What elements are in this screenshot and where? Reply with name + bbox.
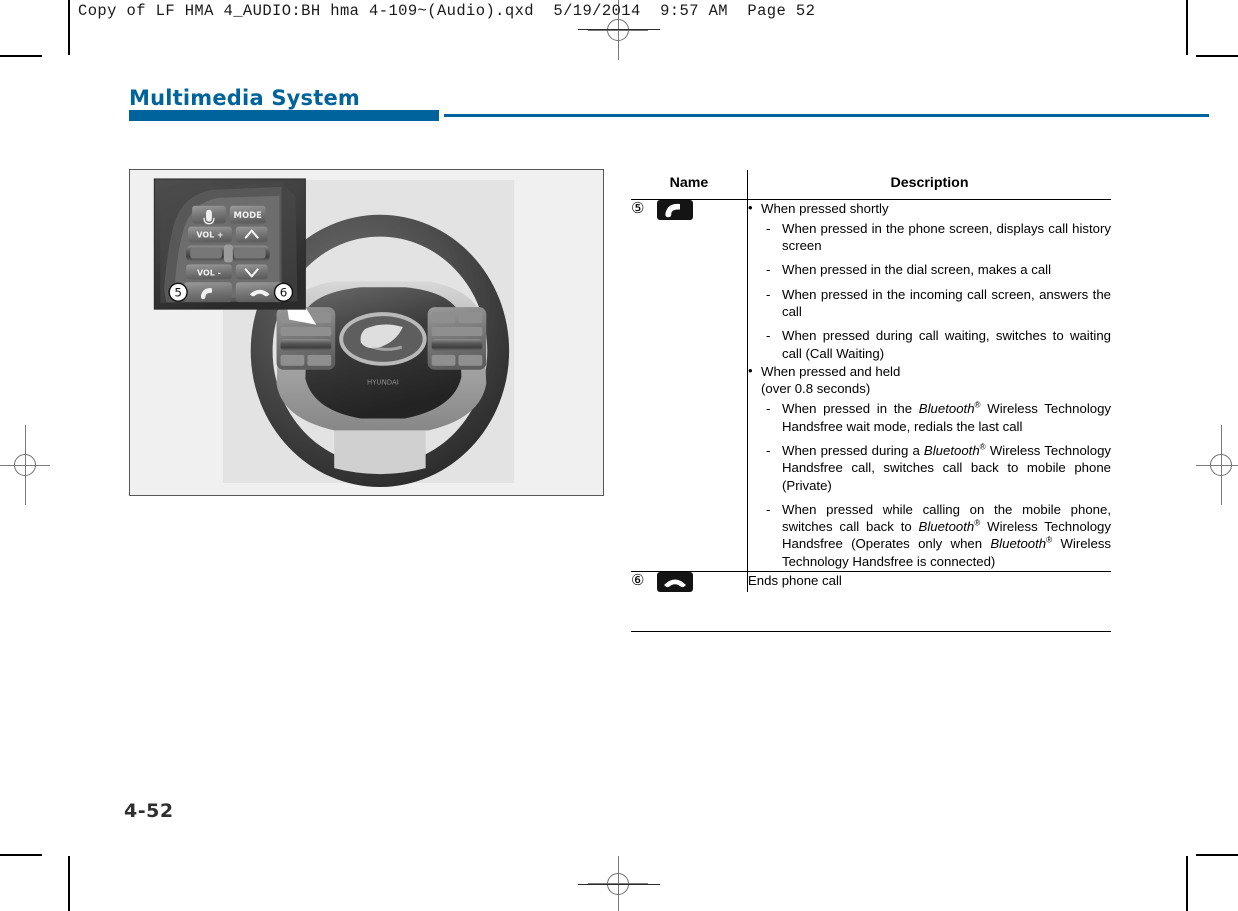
registration-mark-left — [0, 425, 50, 505]
column-header-description: Description — [747, 170, 1111, 200]
end-call-icon — [657, 571, 694, 592]
svg-text:6: 6 — [280, 286, 288, 300]
control-pad-callout-inset: MODE VOL + VOL - 5 6 — [153, 178, 306, 310]
steering-wheel-figure: HYUNDAI MODE VOL + VOL - 5 6 — [129, 169, 604, 496]
bluetooth-word: Bluetooth — [918, 519, 975, 535]
desc-item: When pressed in the Bluetooth® Wireless … — [761, 400, 1111, 435]
column-header-name: Name — [631, 170, 748, 200]
callout-number-5: 5 — [168, 282, 188, 302]
desc-bullet-sublabel: (over 0.8 seconds) — [761, 381, 871, 397]
table-bottom-border — [631, 631, 1111, 633]
desc-bullet-label: When pressed and held — [761, 363, 901, 379]
registration-rule-bottom — [578, 884, 660, 885]
right-control-pad — [427, 307, 487, 370]
crop-mark-top-left-vertical — [68, 0, 70, 55]
crop-mark-bottom-left-horizontal — [0, 854, 42, 856]
svg-text:5: 5 — [174, 286, 182, 300]
title-underline-bar — [129, 110, 439, 121]
bluetooth-trademark: Bluetooth® — [918, 518, 981, 535]
bluetooth-word: Bluetooth — [923, 442, 980, 458]
prepress-slug-line: Copy of LF HMA 4_AUDIO:BH hma 4-109~(Aud… — [78, 2, 816, 20]
description-cell-call: When pressed shortly When pressed in the… — [747, 199, 1111, 572]
bluetooth-trademark: Bluetooth® — [923, 442, 986, 458]
desc-block-pressed-and-held: When pressed and held (over 0.8 seconds)… — [748, 362, 1111, 570]
control-description-table: Name Description ⑤ When pressed shortly — [631, 170, 1111, 592]
registration-rule-top — [578, 29, 660, 30]
item-number-6: ⑥ — [631, 572, 645, 590]
svg-text:VOL +: VOL + — [196, 231, 223, 240]
bluetooth-word: Bluetooth — [990, 536, 1047, 552]
name-cell-call: ⑤ — [631, 199, 748, 571]
desc-block-pressed-shortly: When pressed shortly When pressed in the… — [748, 199, 1111, 362]
page-title: Multimedia System — [129, 86, 360, 110]
desc-item-prefix: When pressed in the — [782, 401, 919, 417]
crop-mark-top-right-vertical — [1186, 0, 1188, 55]
desc-item: When pressed during call waiting, switch… — [761, 327, 1111, 362]
item-number-5: ⑤ — [631, 200, 645, 218]
crop-mark-bottom-left-vertical — [68, 856, 70, 911]
desc-item: When pressed in the dial screen, makes a… — [761, 261, 1111, 279]
desc-item: When pressed in the incoming call screen… — [761, 286, 1111, 321]
desc-item: When pressed in the phone screen, displa… — [761, 220, 1111, 255]
bluetooth-trademark: Bluetooth® — [918, 401, 981, 417]
bluetooth-word: Bluetooth — [918, 401, 975, 417]
callout-number-6: 6 — [273, 282, 294, 302]
desc-item-prefix: When pressed during a — [782, 442, 924, 458]
registration-mark-right — [1196, 425, 1238, 505]
crop-mark-top-left-horizontal — [0, 55, 42, 57]
name-cell-end-call: ⑥ — [631, 570, 748, 592]
desc-item: When pressed while calling on the mobile… — [761, 501, 1111, 570]
crop-mark-bottom-right-vertical — [1186, 856, 1188, 911]
desc-item: When pressed during a Bluetooth® Wireles… — [761, 442, 1111, 494]
crop-mark-top-right-horizontal — [1196, 55, 1238, 57]
svg-text:VOL -: VOL - — [197, 268, 221, 277]
crop-mark-bottom-right-horizontal — [1196, 854, 1238, 856]
desc-bullet-label: When pressed shortly — [761, 200, 889, 216]
bluetooth-trademark: Bluetooth® — [990, 535, 1053, 552]
description-cell-end-call: Ends phone call — [747, 570, 1111, 592]
page-number: 4-52 — [124, 800, 174, 822]
title-horizontal-rule — [444, 114, 1209, 117]
svg-text:HYUNDAI: HYUNDAI — [367, 379, 399, 387]
hyundai-emblem — [339, 312, 427, 366]
table-row-call-button: ⑤ When pressed shortly When pressed in t… — [631, 199, 1111, 572]
table-row-end-call-button: ⑥ Ends phone call — [631, 570, 1111, 592]
table-header-row: Name Description — [631, 170, 1111, 200]
call-icon — [657, 199, 694, 220]
svg-text:MODE: MODE — [234, 210, 263, 220]
